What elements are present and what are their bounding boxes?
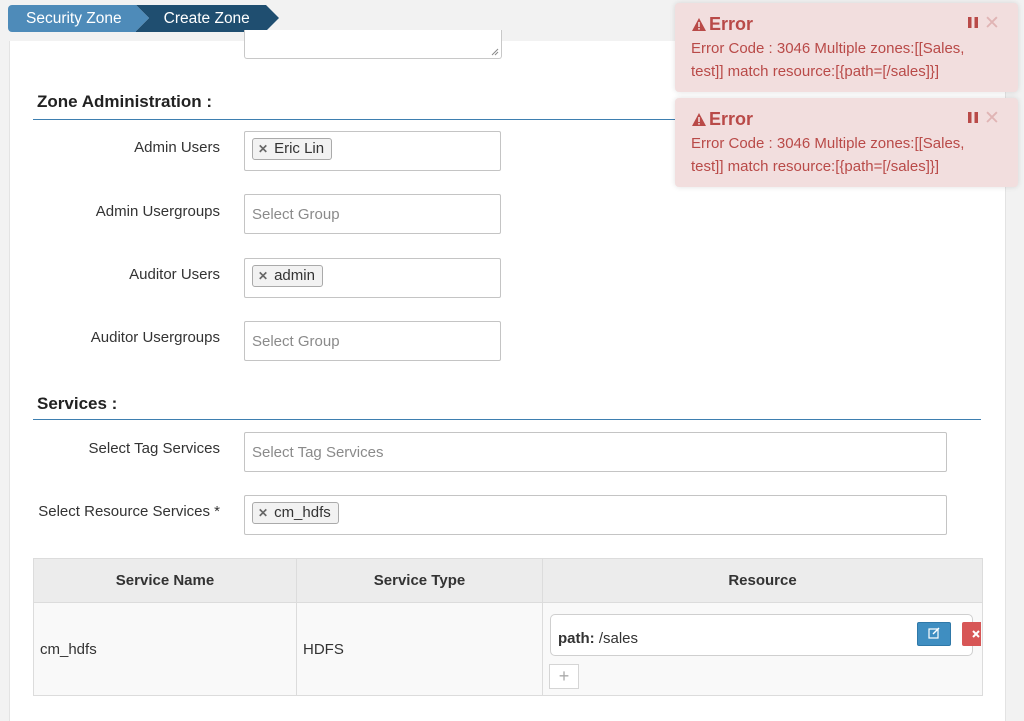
pause-icon[interactable]	[968, 17, 978, 28]
resize-grip-icon[interactable]	[491, 48, 499, 56]
services-heading: Services :	[37, 394, 118, 413]
toast-message: Error Code : 3046 Multiple zones:[[Sales…	[691, 40, 965, 80]
resource-item: path: /sales	[550, 614, 973, 656]
service-type-cell: HDFS	[296, 602, 543, 696]
toast-title: Error	[691, 14, 753, 35]
delete-resource-button[interactable]	[962, 622, 981, 646]
column-header-service-type: Service Type	[296, 558, 543, 603]
auditor-users-field[interactable]: ✕ admin	[244, 258, 501, 298]
resource-value: /sales	[598, 630, 639, 647]
admin-usergroups-placeholder: Select Group	[252, 206, 340, 223]
add-resource-button[interactable]: +	[549, 664, 579, 689]
resource-text: path: /sales	[558, 630, 638, 647]
close-icon[interactable]: ✕	[984, 12, 1000, 35]
toast-title-text: Error	[709, 109, 754, 129]
auditor-usergroups-label: Auditor Usergroups	[90, 329, 220, 346]
table-header-row: Service Name Service Type Resource	[33, 558, 983, 603]
auditor-users-label: Auditor Users	[129, 266, 220, 283]
warning-icon	[692, 113, 706, 126]
close-icon[interactable]: ✕	[984, 107, 1000, 130]
breadcrumb-security-zone[interactable]: Security Zone	[8, 5, 149, 32]
breadcrumb: Security Zone Create Zone	[8, 5, 280, 32]
remove-tag-icon[interactable]: ✕	[258, 265, 268, 287]
resource-services-field[interactable]: ✕ cm_hdfs	[244, 495, 947, 535]
tag-label: Eric Lin	[274, 140, 325, 157]
toast-title-text: Error	[709, 14, 754, 34]
description-textarea[interactable]	[244, 30, 502, 59]
auditor-usergroups-field[interactable]: Select Group	[244, 321, 501, 361]
user-tag: ✕ admin	[252, 265, 323, 287]
section-divider	[33, 119, 683, 120]
close-icon	[972, 630, 980, 638]
column-header-resource: Resource	[542, 558, 983, 603]
admin-usergroups-label: Admin Usergroups	[95, 203, 220, 220]
plus-icon: +	[558, 666, 570, 686]
auditor-usergroups-placeholder: Select Group	[252, 333, 340, 350]
tag-label: admin	[274, 267, 315, 284]
tag-services-label: Select Tag Services	[88, 440, 220, 457]
resource-services-label: Select Resource Services *	[38, 503, 220, 520]
pause-icon[interactable]	[968, 112, 978, 123]
error-toast: Error Error Code : 3046 Multiple zones:[…	[675, 3, 1018, 92]
tag-label: cm_hdfs	[274, 504, 331, 521]
warning-icon	[692, 18, 706, 31]
user-tag: ✕ Eric Lin	[252, 138, 333, 160]
tag-services-placeholder: Select Tag Services	[252, 444, 384, 461]
edit-icon	[928, 627, 940, 639]
service-tag: ✕ cm_hdfs	[252, 502, 339, 524]
zone-administration-heading: Zone Administration :	[37, 92, 213, 111]
tag-services-field[interactable]: Select Tag Services	[244, 432, 947, 472]
service-name-cell: cm_hdfs	[33, 602, 297, 696]
remove-tag-icon[interactable]: ✕	[258, 138, 268, 160]
remove-tag-icon[interactable]: ✕	[258, 502, 268, 524]
column-header-service-name: Service Name	[33, 558, 297, 603]
admin-users-label: Admin Users	[134, 139, 220, 156]
admin-users-field[interactable]: ✕ Eric Lin	[244, 131, 501, 171]
error-toast: Error Error Code : 3046 Multiple zones:[…	[675, 98, 1018, 187]
section-divider	[33, 419, 981, 420]
toast-title: Error	[691, 109, 753, 130]
breadcrumb-create-zone[interactable]: Create Zone	[135, 5, 280, 32]
toast-message: Error Code : 3046 Multiple zones:[[Sales…	[691, 135, 965, 175]
admin-usergroups-field[interactable]: Select Group	[244, 194, 501, 234]
edit-resource-button[interactable]	[917, 622, 951, 646]
resource-key: path:	[558, 630, 595, 647]
